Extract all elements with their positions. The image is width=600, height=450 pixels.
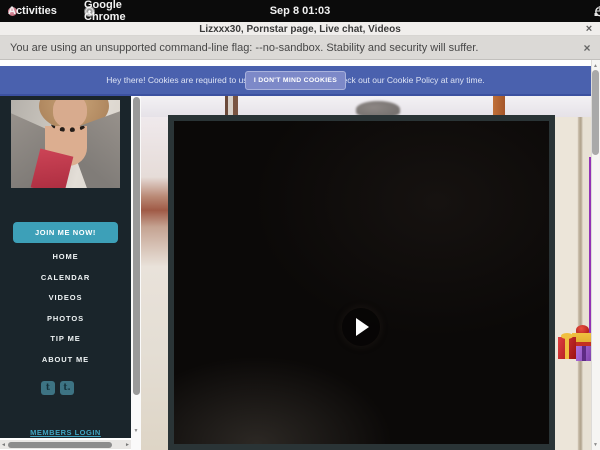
app-name-label: Google Chrome: [84, 0, 126, 23]
sidebar-item-about-me[interactable]: ABOUT ME: [0, 353, 131, 365]
activities-label: Activities: [8, 5, 57, 17]
scrollbar-down-arrow-icon[interactable]: ▼: [131, 426, 141, 436]
desktop-screen: Activities Google Chrome Sep 8 01:03 Liz: [0, 0, 600, 450]
photo-detail: [51, 116, 87, 132]
infobar-message: You are using an unsupported command-lin…: [10, 36, 478, 60]
profile-photo: [11, 100, 120, 188]
gift-box-red-icon: [558, 337, 576, 359]
clock-label: Sep 8 01:03: [270, 5, 331, 17]
page-title: Lizxxx30, Pornstar page, Live chat, Vide…: [0, 22, 600, 36]
sidebar-item-videos[interactable]: VIDEOS: [0, 291, 131, 303]
scrollbar-left-arrow-icon[interactable]: ◄: [0, 440, 7, 449]
gift-widget[interactable]: [556, 324, 594, 364]
play-button[interactable]: [342, 308, 380, 346]
sidebar-horizontal-scrollbar-thumb[interactable]: [8, 442, 112, 448]
power-icon[interactable]: [594, 5, 600, 17]
sidebar-item-home[interactable]: HOME: [0, 250, 131, 262]
background-photo-top: [141, 96, 591, 117]
scrollbar-up-arrow-icon[interactable]: ▲: [591, 61, 600, 70]
page-scrollbar-thumb[interactable]: [592, 70, 599, 155]
window-title-bar: Lizxxx30, Pornstar page, Live chat, Vide…: [0, 22, 600, 36]
sidebar-item-calendar[interactable]: CALENDAR: [0, 271, 131, 283]
gnome-top-bar: Activities Google Chrome Sep 8 01:03: [0, 0, 600, 22]
twitter-icon[interactable]: t: [41, 381, 55, 395]
cookie-accept-button[interactable]: I DON'T MIND COOKIES: [245, 71, 346, 90]
background-photo-left: [141, 117, 168, 450]
background-detail: [493, 96, 505, 117]
scrollbar-down-arrow-icon[interactable]: ▼: [591, 440, 600, 449]
video-player[interactable]: [168, 115, 555, 450]
play-icon: [356, 318, 369, 336]
window-close-icon[interactable]: ×: [583, 23, 595, 35]
tumblr-icon[interactable]: t.: [60, 381, 74, 395]
join-me-now-button[interactable]: JOIN ME NOW!: [13, 222, 118, 243]
cookie-banner: Hey there! Cookies are required to use t…: [0, 66, 591, 96]
sidebar-item-photos[interactable]: PHOTOS: [0, 312, 131, 324]
background-photo-right: [555, 117, 591, 450]
scrollbar-right-arrow-icon[interactable]: ►: [124, 440, 131, 449]
sidebar-vertical-scrollbar-thumb[interactable]: [133, 97, 140, 395]
infobar-close-icon[interactable]: ×: [581, 42, 593, 54]
members-login-link[interactable]: MEMBERS LOGIN: [0, 428, 131, 437]
sidebar-item-tip-me[interactable]: TIP ME: [0, 332, 131, 344]
background-detail: [225, 96, 238, 117]
chrome-infobar: You are using an unsupported command-lin…: [0, 36, 600, 60]
sidebar: JOIN ME NOW! HOME CALENDAR VIDEOS PHOTOS…: [0, 96, 131, 438]
